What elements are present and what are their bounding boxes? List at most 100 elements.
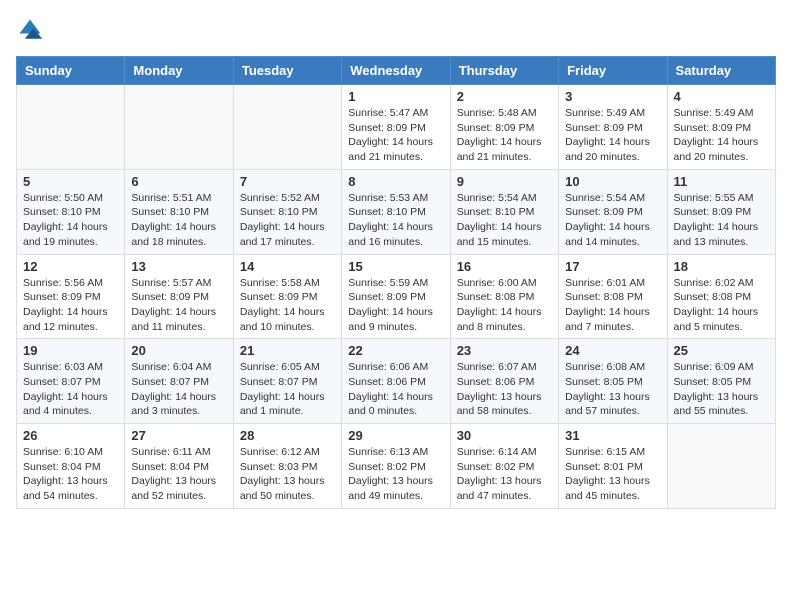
day-info: Sunrise: 6:13 AM Sunset: 8:02 PM Dayligh… <box>348 445 443 504</box>
day-cell: 15 Sunrise: 5:59 AM Sunset: 8:09 PM Dayli… <box>342 254 450 339</box>
logo-icon <box>16 16 44 44</box>
day-number: 25 <box>674 343 769 358</box>
day-info: Sunrise: 6:12 AM Sunset: 8:03 PM Dayligh… <box>240 445 335 504</box>
day-number: 4 <box>674 89 769 104</box>
day-info: Sunrise: 5:49 AM Sunset: 8:09 PM Dayligh… <box>674 106 769 165</box>
day-number: 14 <box>240 259 335 274</box>
day-info: Sunrise: 5:59 AM Sunset: 8:09 PM Dayligh… <box>348 276 443 335</box>
day-number: 30 <box>457 428 552 443</box>
day-info: Sunrise: 6:03 AM Sunset: 8:07 PM Dayligh… <box>23 360 118 419</box>
day-info: Sunrise: 6:07 AM Sunset: 8:06 PM Dayligh… <box>457 360 552 419</box>
day-cell: 12 Sunrise: 5:56 AM Sunset: 8:09 PM Dayli… <box>17 254 125 339</box>
day-number: 17 <box>565 259 660 274</box>
day-cell: 6 Sunrise: 5:51 AM Sunset: 8:10 PM Daylig… <box>125 169 233 254</box>
day-cell: 11 Sunrise: 5:55 AM Sunset: 8:09 PM Dayli… <box>667 169 775 254</box>
day-info: Sunrise: 5:47 AM Sunset: 8:09 PM Dayligh… <box>348 106 443 165</box>
day-cell: 9 Sunrise: 5:54 AM Sunset: 8:10 PM Daylig… <box>450 169 558 254</box>
day-cell: 1 Sunrise: 5:47 AM Sunset: 8:09 PM Daylig… <box>342 85 450 170</box>
day-cell: 7 Sunrise: 5:52 AM Sunset: 8:10 PM Daylig… <box>233 169 341 254</box>
day-number: 6 <box>131 174 226 189</box>
day-info: Sunrise: 6:05 AM Sunset: 8:07 PM Dayligh… <box>240 360 335 419</box>
day-number: 29 <box>348 428 443 443</box>
day-cell: 21 Sunrise: 6:05 AM Sunset: 8:07 PM Dayli… <box>233 339 341 424</box>
day-cell: 13 Sunrise: 5:57 AM Sunset: 8:09 PM Dayli… <box>125 254 233 339</box>
day-number: 24 <box>565 343 660 358</box>
logo <box>16 16 48 44</box>
day-number: 27 <box>131 428 226 443</box>
weekday-header-wednesday: Wednesday <box>342 57 450 85</box>
weekday-header-tuesday: Tuesday <box>233 57 341 85</box>
day-cell: 22Sunrise: 6:06 AM Sunset: 8:06 PM Dayli… <box>342 339 450 424</box>
day-info: Sunrise: 6:04 AM Sunset: 8:07 PM Dayligh… <box>131 360 226 419</box>
day-cell: 27 Sunrise: 6:11 AM Sunset: 8:04 PM Dayli… <box>125 424 233 509</box>
day-info: Sunrise: 6:11 AM Sunset: 8:04 PM Dayligh… <box>131 445 226 504</box>
weekday-header-thursday: Thursday <box>450 57 558 85</box>
day-info: Sunrise: 6:10 AM Sunset: 8:04 PM Dayligh… <box>23 445 118 504</box>
day-number: 18 <box>674 259 769 274</box>
weekday-header-monday: Monday <box>125 57 233 85</box>
day-cell: 20 Sunrise: 6:04 AM Sunset: 8:07 PM Dayli… <box>125 339 233 424</box>
day-number: 7 <box>240 174 335 189</box>
day-info: Sunrise: 6:08 AM Sunset: 8:05 PM Dayligh… <box>565 360 660 419</box>
week-row-5: 26 Sunrise: 6:10 AM Sunset: 8:04 PM Dayli… <box>17 424 776 509</box>
day-cell <box>17 85 125 170</box>
day-info: Sunrise: 5:57 AM Sunset: 8:09 PM Dayligh… <box>131 276 226 335</box>
day-cell: 28Sunrise: 6:12 AM Sunset: 8:03 PM Dayli… <box>233 424 341 509</box>
weekday-header-row: SundayMondayTuesdayWednesdayThursdayFrid… <box>17 57 776 85</box>
day-info: Sunrise: 5:53 AM Sunset: 8:10 PM Dayligh… <box>348 191 443 250</box>
day-number: 9 <box>457 174 552 189</box>
page-header <box>16 16 776 44</box>
calendar-table: SundayMondayTuesdayWednesdayThursdayFrid… <box>16 56 776 509</box>
week-row-2: 5Sunrise: 5:50 AM Sunset: 8:10 PM Daylig… <box>17 169 776 254</box>
day-cell <box>233 85 341 170</box>
day-cell: 16 Sunrise: 6:00 AM Sunset: 8:08 PM Dayli… <box>450 254 558 339</box>
day-number: 12 <box>23 259 118 274</box>
day-number: 15 <box>348 259 443 274</box>
day-number: 21 <box>240 343 335 358</box>
day-cell: 14 Sunrise: 5:58 AM Sunset: 8:09 PM Dayli… <box>233 254 341 339</box>
day-cell: 4 Sunrise: 5:49 AM Sunset: 8:09 PM Daylig… <box>667 85 775 170</box>
day-number: 10 <box>565 174 660 189</box>
week-row-3: 12 Sunrise: 5:56 AM Sunset: 8:09 PM Dayli… <box>17 254 776 339</box>
day-number: 20 <box>131 343 226 358</box>
day-number: 31 <box>565 428 660 443</box>
day-info: Sunrise: 6:14 AM Sunset: 8:02 PM Dayligh… <box>457 445 552 504</box>
day-cell: 29 Sunrise: 6:13 AM Sunset: 8:02 PM Dayli… <box>342 424 450 509</box>
day-info: Sunrise: 6:01 AM Sunset: 8:08 PM Dayligh… <box>565 276 660 335</box>
day-info: Sunrise: 5:52 AM Sunset: 8:10 PM Dayligh… <box>240 191 335 250</box>
day-cell <box>125 85 233 170</box>
day-info: Sunrise: 6:15 AM Sunset: 8:01 PM Dayligh… <box>565 445 660 504</box>
day-info: Sunrise: 5:56 AM Sunset: 8:09 PM Dayligh… <box>23 276 118 335</box>
day-cell: 2 Sunrise: 5:48 AM Sunset: 8:09 PM Daylig… <box>450 85 558 170</box>
weekday-header-sunday: Sunday <box>17 57 125 85</box>
day-number: 16 <box>457 259 552 274</box>
day-info: Sunrise: 6:06 AM Sunset: 8:06 PM Dayligh… <box>348 360 443 419</box>
day-cell: 10 Sunrise: 5:54 AM Sunset: 8:09 PM Dayli… <box>559 169 667 254</box>
week-row-4: 19 Sunrise: 6:03 AM Sunset: 8:07 PM Dayli… <box>17 339 776 424</box>
day-cell: 19 Sunrise: 6:03 AM Sunset: 8:07 PM Dayli… <box>17 339 125 424</box>
day-info: Sunrise: 5:54 AM Sunset: 8:10 PM Dayligh… <box>457 191 552 250</box>
day-info: Sunrise: 5:48 AM Sunset: 8:09 PM Dayligh… <box>457 106 552 165</box>
day-info: Sunrise: 6:02 AM Sunset: 8:08 PM Dayligh… <box>674 276 769 335</box>
day-cell: 23Sunrise: 6:07 AM Sunset: 8:06 PM Dayli… <box>450 339 558 424</box>
day-number: 1 <box>348 89 443 104</box>
day-cell: 8 Sunrise: 5:53 AM Sunset: 8:10 PM Daylig… <box>342 169 450 254</box>
day-info: Sunrise: 5:51 AM Sunset: 8:10 PM Dayligh… <box>131 191 226 250</box>
day-number: 19 <box>23 343 118 358</box>
week-row-1: 1 Sunrise: 5:47 AM Sunset: 8:09 PM Daylig… <box>17 85 776 170</box>
day-number: 8 <box>348 174 443 189</box>
day-number: 13 <box>131 259 226 274</box>
weekday-header-saturday: Saturday <box>667 57 775 85</box>
day-cell: 17 Sunrise: 6:01 AM Sunset: 8:08 PM Dayli… <box>559 254 667 339</box>
day-cell: 26 Sunrise: 6:10 AM Sunset: 8:04 PM Dayli… <box>17 424 125 509</box>
day-number: 11 <box>674 174 769 189</box>
day-info: Sunrise: 5:55 AM Sunset: 8:09 PM Dayligh… <box>674 191 769 250</box>
day-cell: 5Sunrise: 5:50 AM Sunset: 8:10 PM Daylig… <box>17 169 125 254</box>
day-info: Sunrise: 5:50 AM Sunset: 8:10 PM Dayligh… <box>23 191 118 250</box>
day-cell: 24 Sunrise: 6:08 AM Sunset: 8:05 PM Dayli… <box>559 339 667 424</box>
day-info: Sunrise: 6:00 AM Sunset: 8:08 PM Dayligh… <box>457 276 552 335</box>
day-number: 26 <box>23 428 118 443</box>
day-number: 2 <box>457 89 552 104</box>
day-info: Sunrise: 5:58 AM Sunset: 8:09 PM Dayligh… <box>240 276 335 335</box>
day-info: Sunrise: 5:54 AM Sunset: 8:09 PM Dayligh… <box>565 191 660 250</box>
